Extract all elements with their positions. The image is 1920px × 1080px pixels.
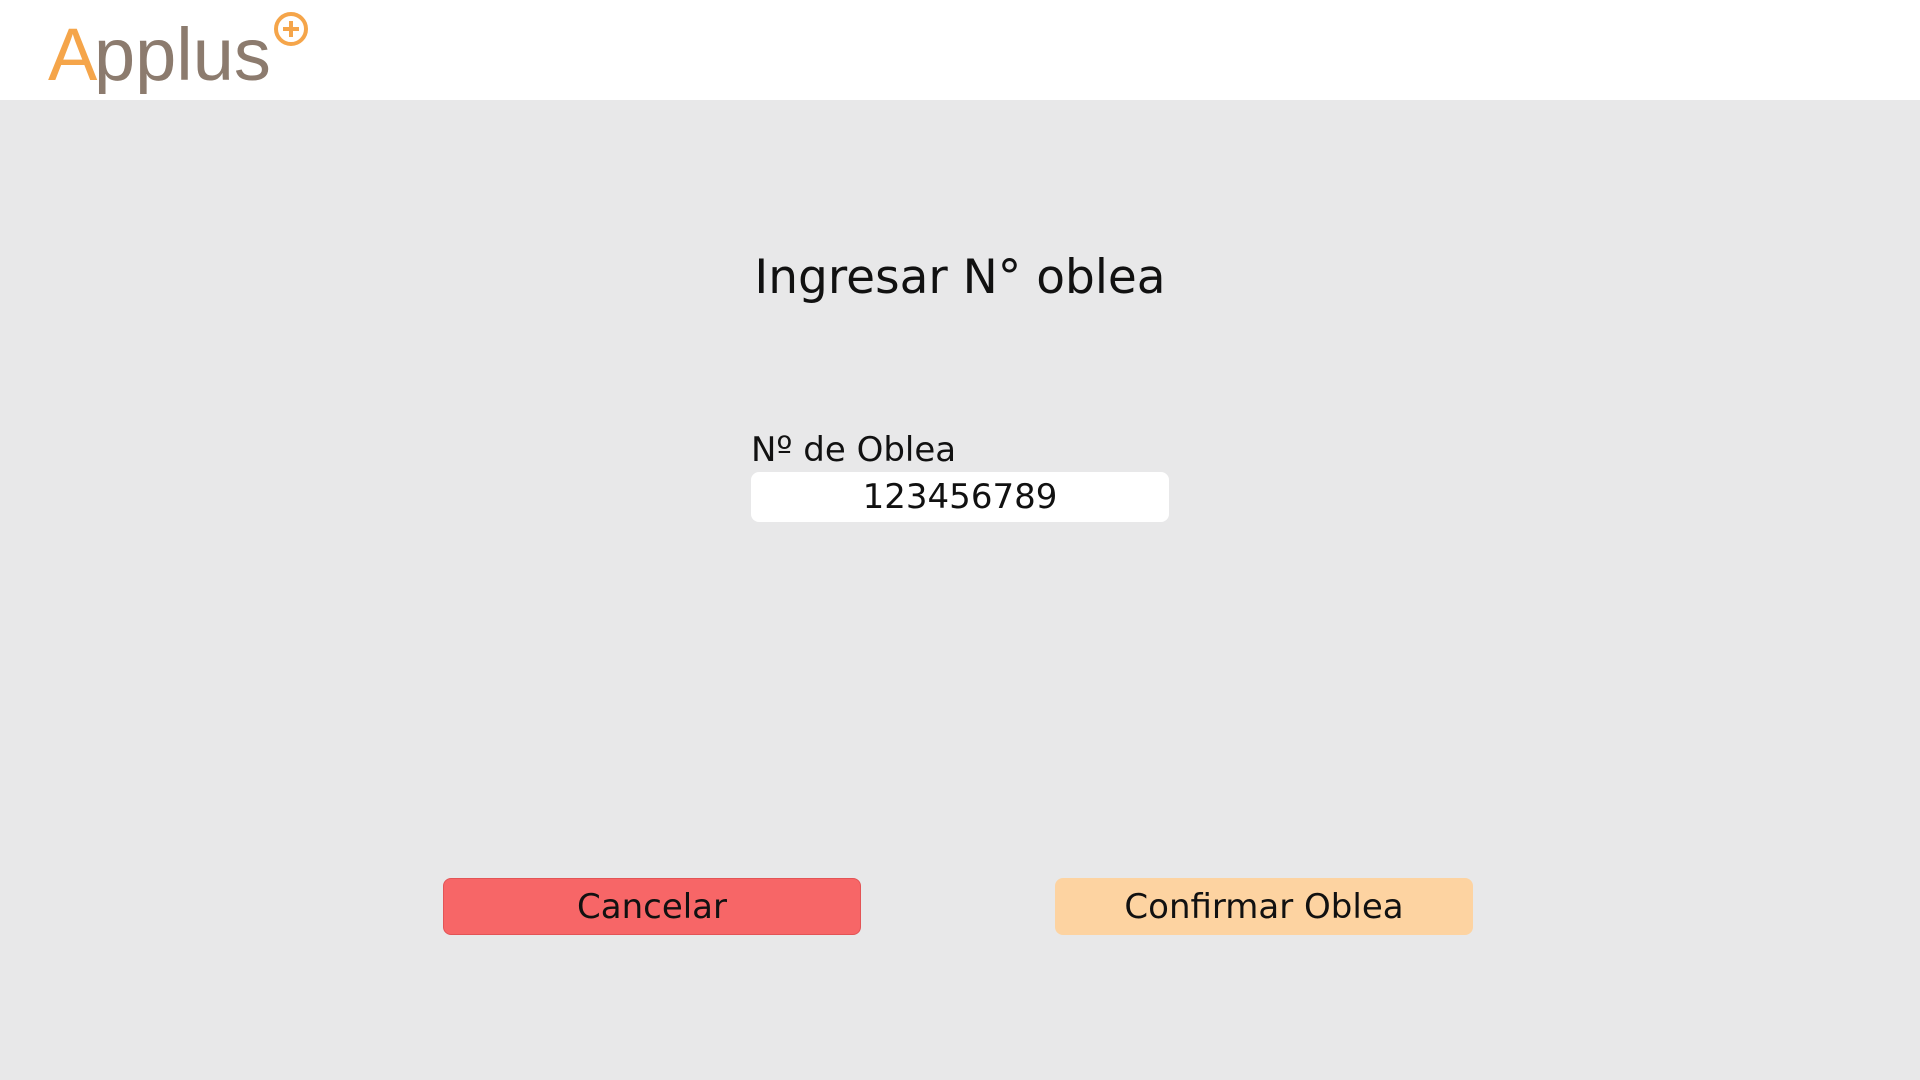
confirm-oblea-button[interactable]: Confirmar Oblea (1055, 878, 1473, 935)
oblea-number-label: Nº de Oblea (751, 430, 957, 470)
app-header: A pplus (0, 0, 1920, 100)
cancel-button[interactable]: Cancelar (443, 878, 861, 935)
page-title: Ingresar N° oblea (754, 250, 1166, 305)
applus-logo: A pplus (48, 8, 318, 94)
main-content: Ingresar N° oblea Nº de Oblea Cancelar C… (0, 100, 1920, 1080)
oblea-number-input[interactable] (751, 472, 1169, 522)
svg-text:pplus: pplus (94, 13, 271, 94)
svg-text:A: A (48, 13, 98, 94)
